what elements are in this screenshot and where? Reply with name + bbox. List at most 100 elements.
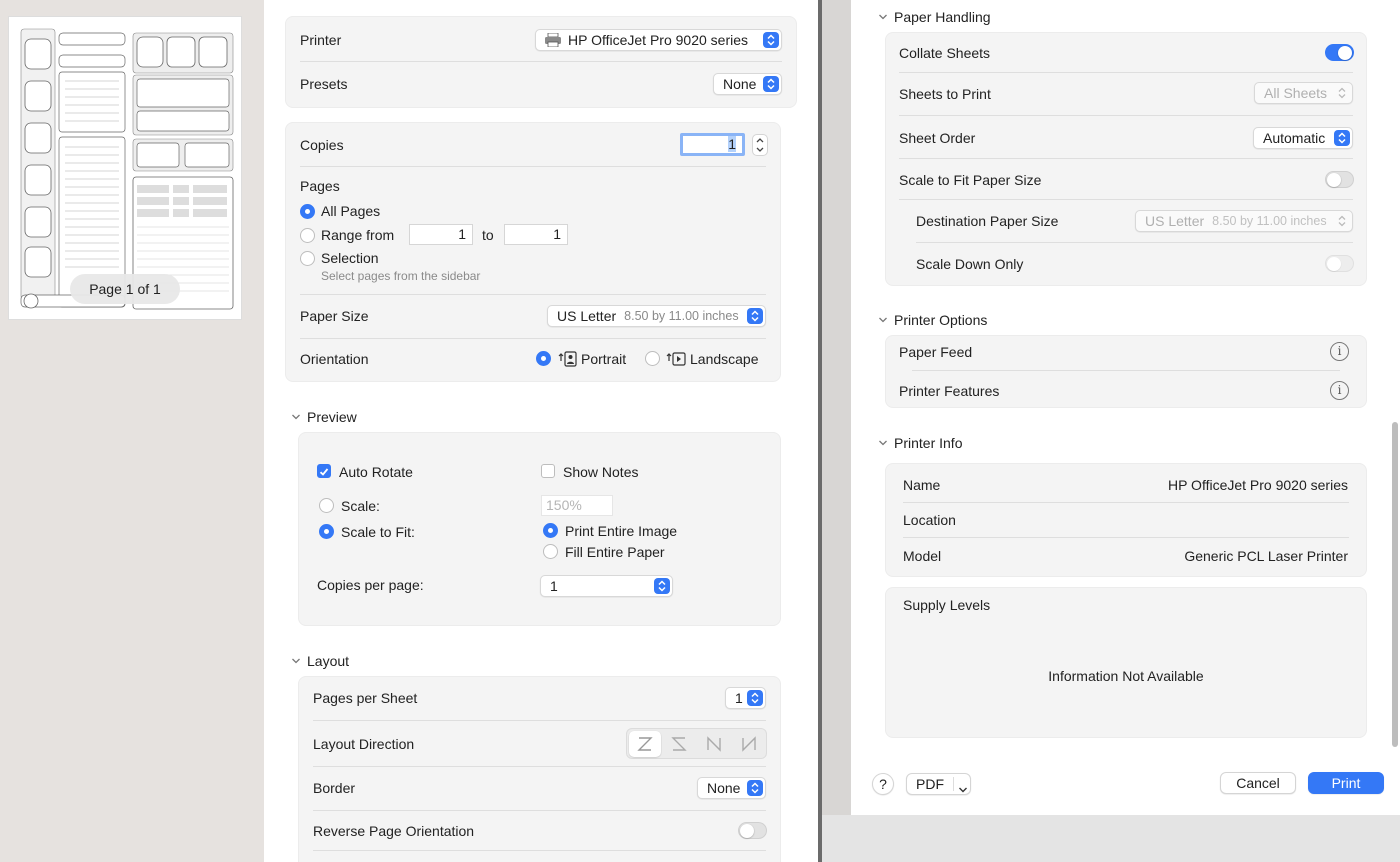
layout-direction-segmented xyxy=(626,728,767,759)
range-from-field[interactable]: 1 xyxy=(409,224,473,245)
cancel-label: Cancel xyxy=(1236,775,1280,791)
sheets-to-print-value: All Sheets xyxy=(1264,85,1328,101)
preview-section-header[interactable]: Preview xyxy=(291,409,357,425)
selection-label: Selection xyxy=(321,250,379,266)
page-count-label: Page 1 of 1 xyxy=(89,281,161,297)
range-to-value: 1 xyxy=(553,226,561,242)
printer-info-section-header[interactable]: Printer Info xyxy=(878,435,962,451)
landscape-radio[interactable] xyxy=(645,351,660,366)
portrait-radio[interactable] xyxy=(536,351,551,366)
pages-per-sheet-popup[interactable]: 1 xyxy=(725,687,766,709)
fill-entire-paper-radio[interactable] xyxy=(543,544,558,559)
paper-handling-section-header[interactable]: Paper Handling xyxy=(878,9,991,25)
layout-s-icon[interactable] xyxy=(663,731,695,757)
printer-popup[interactable]: HP OfficeJet Pro 9020 series xyxy=(535,29,782,51)
chevron-up-down-icon xyxy=(763,32,779,48)
chevron-up-down-icon xyxy=(763,76,779,92)
copies-per-page-label: Copies per page: xyxy=(317,577,424,593)
copies-stepper[interactable] xyxy=(752,134,768,156)
bottom-background xyxy=(822,815,1400,862)
layout-z-icon[interactable] xyxy=(629,731,661,757)
name-value: HP OfficeJet Pro 9020 series xyxy=(1167,477,1348,493)
copies-per-page-value: 1 xyxy=(550,578,558,594)
paper-size-dims: 8.50 by 11.00 inches xyxy=(624,309,739,323)
page-count-pill: Page 1 of 1 xyxy=(70,274,180,304)
sheet-order-popup[interactable]: Automatic xyxy=(1253,127,1353,149)
scale-field[interactable]: 150% xyxy=(541,495,613,516)
range-to-field[interactable]: 1 xyxy=(504,224,568,245)
destination-paper-size-popup[interactable]: US Letter 8.50 by 11.00 inches xyxy=(1135,210,1353,232)
printer-features-info-icon[interactable]: i xyxy=(1330,381,1349,400)
chevron-down-icon xyxy=(958,781,968,797)
help-label: ? xyxy=(879,776,887,792)
layout-section-header[interactable]: Layout xyxy=(291,653,349,669)
pdf-button[interactable]: PDF xyxy=(906,773,971,795)
preview-section-label: Preview xyxy=(307,409,357,425)
copies-value: 1 xyxy=(728,136,736,152)
layout-reverse-n-icon[interactable] xyxy=(733,731,765,757)
destination-value: US Letter xyxy=(1145,213,1205,229)
scale-to-fit-paper-toggle[interactable] xyxy=(1325,171,1354,188)
scale-down-only-toggle[interactable] xyxy=(1325,255,1354,272)
scale-radio[interactable] xyxy=(319,498,334,513)
pages-label: Pages xyxy=(300,178,340,194)
cancel-button[interactable]: Cancel xyxy=(1220,772,1296,794)
collate-sheets-label: Collate Sheets xyxy=(899,45,991,61)
print-entire-image-label: Print Entire Image xyxy=(565,523,678,539)
print-label: Print xyxy=(1331,775,1361,791)
reverse-orientation-label: Reverse Page Orientation xyxy=(313,823,475,839)
layout-n-icon[interactable] xyxy=(698,731,730,757)
paper-size-popup[interactable]: US Letter 8.50 by 11.00 inches xyxy=(547,305,766,327)
border-label: Border xyxy=(313,780,356,796)
print-button[interactable]: Print xyxy=(1308,772,1384,794)
panel-divider xyxy=(818,0,851,862)
auto-rotate-checkbox[interactable] xyxy=(317,464,331,478)
pages-per-sheet-label: Pages per Sheet xyxy=(313,690,418,706)
fill-entire-paper-label: Fill Entire Paper xyxy=(565,544,665,560)
printer-icon xyxy=(544,32,562,48)
range-from-value: 1 xyxy=(458,226,466,242)
selection-radio[interactable] xyxy=(300,251,315,266)
copies-field[interactable]: 1 xyxy=(680,133,745,156)
selection-hint: Select pages from the sidebar xyxy=(321,269,481,283)
sheets-to-print-popup[interactable]: All Sheets xyxy=(1254,82,1353,104)
presets-popup[interactable]: None xyxy=(713,73,782,95)
printer-features-label: Printer Features xyxy=(899,383,1000,399)
collate-sheets-toggle[interactable] xyxy=(1325,44,1354,61)
chevron-down-icon xyxy=(879,317,887,323)
chevron-down-icon xyxy=(292,414,300,420)
print-entire-image-radio[interactable] xyxy=(543,523,558,538)
destination-dims: 8.50 by 11.00 inches xyxy=(1212,214,1327,228)
range-radio[interactable] xyxy=(300,228,315,243)
chevron-up-down-icon xyxy=(1334,130,1350,146)
layout-section-label: Layout xyxy=(307,653,350,669)
printer-label: Printer xyxy=(300,32,342,48)
chevron-up-down-icon xyxy=(1334,85,1350,101)
all-pages-radio[interactable] xyxy=(300,204,315,219)
copies-per-page-popup[interactable]: 1 xyxy=(540,575,673,597)
chevron-down-icon xyxy=(292,658,300,664)
paper-size-label: Paper Size xyxy=(300,308,369,324)
paper-feed-label: Paper Feed xyxy=(899,344,973,360)
border-popup[interactable]: None xyxy=(697,777,766,799)
printer-value: HP OfficeJet Pro 9020 series xyxy=(568,32,749,48)
landscape-icon xyxy=(666,351,686,370)
pages-per-sheet-value: 1 xyxy=(735,690,743,706)
auto-rotate-label: Auto Rotate xyxy=(339,464,413,480)
name-label: Name xyxy=(903,477,941,493)
scale-to-fit-label: Scale to Fit: xyxy=(341,524,415,540)
help-button[interactable]: ? xyxy=(872,773,894,795)
location-label: Location xyxy=(903,512,956,528)
range-from-label: Range from xyxy=(321,227,395,243)
scale-to-fit-radio[interactable] xyxy=(319,524,334,539)
show-notes-checkbox[interactable] xyxy=(541,464,555,478)
chevron-up-down-icon xyxy=(747,308,763,324)
reverse-orientation-toggle[interactable] xyxy=(738,822,767,839)
scrollbar-thumb[interactable] xyxy=(1392,422,1398,747)
printer-options-section-header[interactable]: Printer Options xyxy=(878,312,987,328)
model-label: Model xyxy=(903,548,942,564)
orientation-label: Orientation xyxy=(300,351,369,367)
paper-feed-info-icon[interactable]: i xyxy=(1330,342,1349,361)
border-value: None xyxy=(707,780,741,796)
chevron-up-down-icon xyxy=(1334,213,1350,229)
